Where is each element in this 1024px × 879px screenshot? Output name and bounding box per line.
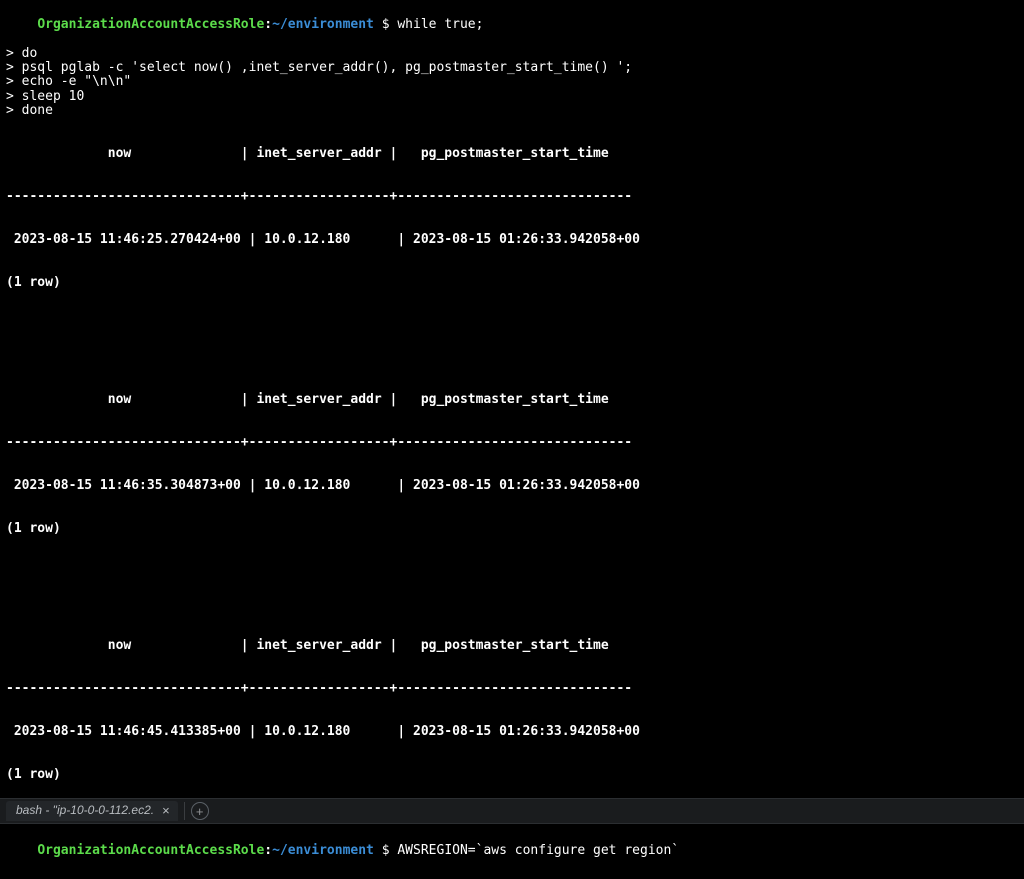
result-row: 2023-08-15 11:46:35.304873+00 | 10.0.12.…	[6, 479, 1018, 493]
prompt-path: ~/environment	[272, 843, 374, 858]
result-divider: ------------------------------+---------…	[6, 190, 1018, 204]
query-result-block: now | inet_server_addr | pg_postmaster_s…	[6, 118, 1018, 318]
close-icon[interactable]: ×	[162, 804, 170, 818]
prompt-dollar: $	[374, 843, 397, 858]
plus-icon: +	[196, 805, 204, 818]
tab-divider	[184, 802, 185, 820]
prompt-sep: :	[264, 843, 272, 858]
shell-prompt-line: OrganizationAccountAccessRole:~/environm…	[6, 830, 1018, 873]
query-result-block: now | inet_server_addr | pg_postmaster_s…	[6, 365, 1018, 565]
terminal-tab[interactable]: bash - "ip-10-0-0-112.ec2. ×	[6, 801, 178, 821]
result-divider: ------------------------------+---------…	[6, 682, 1018, 696]
shell-prompt-line: OrganizationAccountAccessRole:~/environm…	[6, 4, 1018, 47]
result-header: now | inet_server_addr | pg_postmaster_s…	[6, 639, 1018, 653]
prompt-role: OrganizationAccountAccessRole	[37, 17, 264, 32]
result-divider: ------------------------------+---------…	[6, 436, 1018, 450]
continuation-line: > do	[6, 47, 1018, 61]
continuation-line: > sleep 10	[6, 90, 1018, 104]
result-row: 2023-08-15 11:46:25.270424+00 | 10.0.12.…	[6, 233, 1018, 247]
result-header: now | inet_server_addr | pg_postmaster_s…	[6, 393, 1018, 407]
terminal-pane-bottom[interactable]: OrganizationAccountAccessRole:~/environm…	[0, 824, 1024, 879]
prompt-command: while true;	[397, 17, 483, 32]
tab-bar: bash - "ip-10-0-0-112.ec2. × +	[0, 798, 1024, 824]
result-rowcount: (1 row)	[6, 276, 1018, 290]
prompt-dollar: $	[374, 17, 397, 32]
prompt-sep: :	[264, 17, 272, 32]
blank-gap	[6, 565, 1018, 611]
tab-label: bash - "ip-10-0-0-112.ec2.	[16, 804, 154, 817]
prompt-role: OrganizationAccountAccessRole	[37, 843, 264, 858]
new-tab-button[interactable]: +	[191, 802, 209, 820]
query-result-block: now | inet_server_addr | pg_postmaster_s…	[6, 611, 1018, 798]
continuation-line: > psql pglab -c 'select now() ,inet_serv…	[6, 61, 1018, 75]
continuation-line: > done	[6, 104, 1018, 118]
prompt-path: ~/environment	[272, 17, 374, 32]
continuation-line: > echo -e "\n\n"	[6, 75, 1018, 89]
result-header: now | inet_server_addr | pg_postmaster_s…	[6, 147, 1018, 161]
prompt-command: AWSREGION=`aws configure get region`	[397, 843, 679, 858]
result-rowcount: (1 row)	[6, 768, 1018, 782]
blank-gap	[6, 319, 1018, 365]
result-row: 2023-08-15 11:46:45.413385+00 | 10.0.12.…	[6, 725, 1018, 739]
terminal-pane-top[interactable]: OrganizationAccountAccessRole:~/environm…	[0, 0, 1024, 798]
result-rowcount: (1 row)	[6, 522, 1018, 536]
